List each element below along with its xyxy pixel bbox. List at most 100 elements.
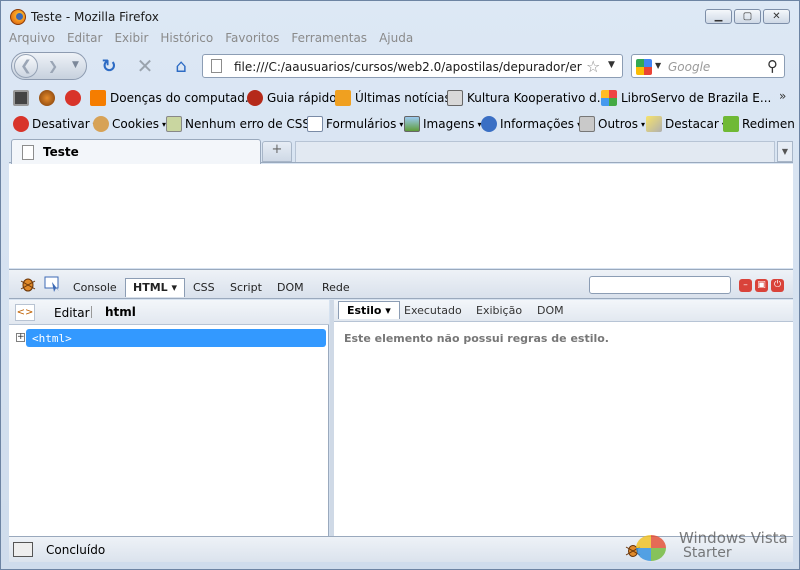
maximize-button[interactable]: ▢ [734,9,761,24]
bookmark-ultimas-noticias[interactable]: Últimas notícias [335,89,451,107]
search-input[interactable]: Google [668,60,710,74]
firebug-minimize-icon[interactable]: – [739,279,752,292]
bookmark-star-icon[interactable]: ☆ [586,57,600,76]
windows-logo-icon [636,535,666,561]
firebug-html-pane: <> Editar html + <html> [9,300,329,536]
style-tab-estilo-label: Estilo [347,304,382,317]
new-tab-button[interactable]: + [262,141,292,162]
bookmarks-toolbar: Doenças do computad... Guia rápido Últim… [1,86,799,108]
url-dropdown-icon[interactable]: ▼ [608,60,615,70]
minimize-button[interactable]: ▁ [705,9,732,24]
style-tab-estilo[interactable]: Estilo ▾ [338,301,400,319]
firebug-icon[interactable] [18,275,38,293]
menu-favoritos[interactable]: Favoritos [225,31,279,49]
edit-button[interactable]: Editar [54,306,90,320]
firebug-tab-rede[interactable]: Rede [322,281,350,294]
bookmark-label: LibroServo de Brazila E... [621,91,772,105]
wd-css[interactable]: Nenhum erro de CSS▾ [166,115,317,133]
firebug-toolbar: Console HTML ▾ CSS Script DOM Rede – ▣ ⏻ [9,269,793,299]
info-icon [481,116,497,132]
alert-icon[interactable] [65,89,81,107]
status-monitor-icon[interactable] [13,542,33,557]
wd-redimensionar[interactable]: Redimen [723,115,795,133]
html-pane-toolbar: <> Editar html [9,300,329,325]
bookmark-guia-rapido[interactable]: Guia rápido [247,89,337,107]
blogger-icon [90,90,106,106]
wd-label: Destacar [665,117,719,131]
tab-list-dropdown-icon[interactable]: ▼ [777,141,793,162]
tab-label: Teste [43,145,79,159]
expand-node-icon[interactable]: + [16,333,25,342]
form-icon [307,116,323,132]
wd-label: Outros [598,117,639,131]
firebug-tab-console[interactable]: Console [73,281,117,294]
firebug-tab-script[interactable]: Script [230,281,262,294]
breadcrumb-html[interactable]: html [105,305,136,319]
wd-label: Desativar [32,117,90,131]
search-icon[interactable]: ⚲ [767,57,778,75]
firebug-search-input[interactable] [589,276,731,294]
menu-ajuda[interactable]: Ajuda [379,31,413,49]
menu-exibir[interactable]: Exibir [114,31,148,49]
firebug-tab-dom[interactable]: DOM [277,281,304,294]
tab-strip-fill [295,141,775,162]
rj-icon [447,90,463,106]
menu-arquivo[interactable]: Arquivo [9,31,55,49]
firefox-icon [10,9,26,25]
dropdown-arrow-icon: ▾ [641,119,646,129]
bookmark-kultura[interactable]: Kultura Kooperativo d... [447,89,608,107]
firebug-close-icon[interactable]: ⏻ [771,279,784,292]
browser-window: Teste - Mozilla Firefox ▁ ▢ ✕ Arquivo Ed… [0,0,800,570]
monitor-icon[interactable] [13,89,29,107]
firebug-tab-html[interactable]: HTML ▾ [125,278,186,297]
wd-desativar[interactable]: Desativar▾ [13,115,97,133]
bookmark-libroservo[interactable]: LibroServo de Brazila E... [601,89,771,107]
reload-button[interactable]: ↻ [98,55,120,77]
disable-icon [13,116,29,132]
wd-imagens[interactable]: Imagens ▾ [404,115,481,133]
css-icon [166,116,182,132]
bookmark-doencas[interactable]: Doenças do computad... [90,89,256,107]
wd-formularios[interactable]: Formulários ▾ [307,115,403,133]
home-button[interactable]: ⌂ [170,55,192,77]
history-dropdown-icon[interactable]: ▼ [72,60,79,70]
cookie-user-icon [93,116,109,132]
joomla-icon [601,90,617,106]
url-bar[interactable]: file:///C:/aausuarios/cursos/web2.0/apos… [202,54,623,78]
google-icon[interactable] [636,59,652,75]
firebug-tab-html-label: HTML [133,281,168,294]
stop-button[interactable]: ✕ [134,54,156,78]
search-engine-dropdown-icon[interactable]: ▼ [655,61,661,70]
style-tab-executado[interactable]: Executado [404,304,462,317]
menu-historico[interactable]: Histórico [160,31,213,49]
menu-ferramentas[interactable]: Ferramentas [291,31,367,49]
firebug-style-pane: Estilo ▾ Executado Exibição DOM Este ele… [334,300,793,536]
inspect-icon[interactable] [43,275,63,293]
firebug-detach-icon[interactable]: ▣ [755,279,768,292]
forward-button[interactable]: ❯ [48,59,58,73]
dropdown-arrow-icon: ▾ [385,304,391,317]
wd-destacar[interactable]: Destacar▾ [646,115,726,133]
menu-editar[interactable]: Editar [67,31,103,49]
tab-teste[interactable]: Teste [11,139,261,164]
wd-label: Informações [500,117,575,131]
back-button[interactable]: ❮ [14,54,38,78]
wd-label: Nenhum erro de CSS [185,117,311,131]
wd-cookies[interactable]: Cookies ▾ [93,115,166,133]
firebug-icon[interactable] [39,89,55,107]
html-node-row[interactable]: <html> [26,329,326,347]
resize-icon [723,116,739,132]
search-box[interactable]: ▼ Google ⚲ [631,54,785,78]
source-view-icon[interactable]: <> [15,304,35,321]
html-node-tag: <html> [32,332,72,345]
close-button[interactable]: ✕ [763,9,790,24]
style-tab-dom[interactable]: DOM [537,304,564,317]
page-content[interactable] [9,164,793,268]
url-text[interactable]: file:///C:/aausuarios/cursos/web2.0/apos… [234,60,582,74]
firebug-tab-css[interactable]: CSS [193,281,215,294]
wd-informacoes[interactable]: Informações▾ [481,115,581,133]
more-bookmarks-chevron-icon[interactable]: » [779,89,786,103]
window-title: Teste - Mozilla Firefox [31,10,159,24]
style-tab-exibicao[interactable]: Exibição [476,304,522,317]
wd-outros[interactable]: Outros ▾ [579,115,645,133]
